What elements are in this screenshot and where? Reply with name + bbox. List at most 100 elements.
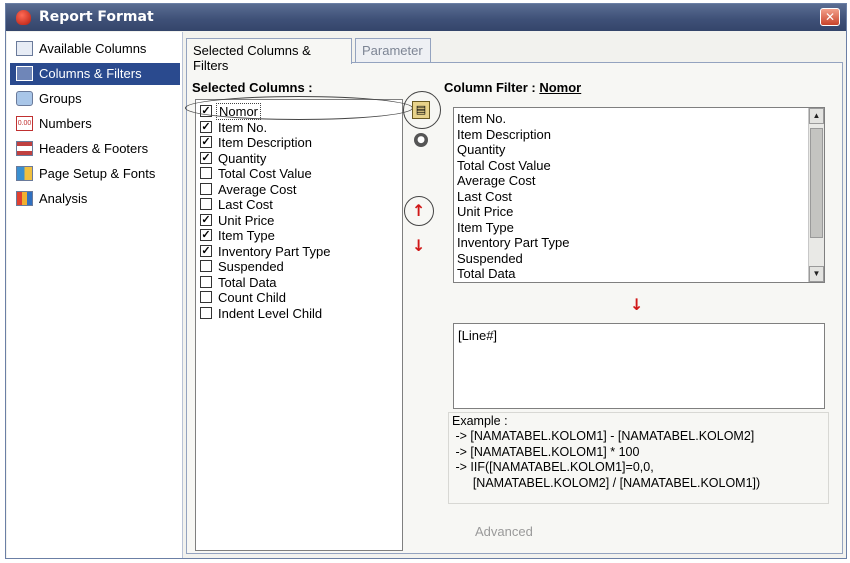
example-line: -> [NAMATABEL.KOLOM1] - [NAMATABEL.KOLOM… xyxy=(452,429,755,443)
column-filter-list[interactable]: Item No. Item Description Quantity Total… xyxy=(453,107,825,283)
page-setup-icon xyxy=(16,166,33,181)
list-item[interactable]: ✓ Inventory Part Type xyxy=(200,244,396,259)
sidebar-item-label: Page Setup & Fonts xyxy=(39,166,156,181)
filter-edit-icon[interactable]: ▤ xyxy=(412,101,430,119)
sidebar-item-label: Analysis xyxy=(39,191,88,206)
checkbox[interactable]: ✓ xyxy=(200,151,212,164)
groups-icon xyxy=(16,91,33,106)
list-item-label: Last Cost xyxy=(218,197,273,212)
sidebar-item-label: Columns & Filters xyxy=(39,66,142,81)
tab-selected-columns-filters[interactable]: Selected Columns & Filters xyxy=(186,38,352,73)
checkbox[interactable] xyxy=(200,260,212,272)
tab-parameter[interactable]: Parameter xyxy=(355,38,431,62)
sidebar-item-available-columns[interactable]: Available Columns xyxy=(10,38,180,60)
column-filter-header: Column Filter : Nomor xyxy=(444,80,581,95)
sidebar-item-label: Available Columns xyxy=(39,41,147,56)
close-button[interactable]: ✕ xyxy=(820,8,840,26)
list-item[interactable]: Total Cost Value xyxy=(457,158,551,173)
list-item-label: Item No. xyxy=(218,119,268,135)
list-item[interactable]: Quantity xyxy=(457,142,505,157)
sidebar-item-headers-footers[interactable]: Headers & Footers xyxy=(10,138,180,160)
list-item-label: Item Type xyxy=(218,228,275,243)
list-item-label: Average Cost xyxy=(218,181,297,197)
checkbox[interactable] xyxy=(200,275,212,288)
headers-icon xyxy=(16,141,33,156)
column-filter-scrollbar[interactable]: ▲ ▼ xyxy=(808,108,824,282)
page-icon xyxy=(16,41,33,56)
sidebar-item-page-setup-fonts[interactable]: Page Setup & Fonts xyxy=(10,163,180,185)
checkbox[interactable] xyxy=(200,198,212,210)
checkbox[interactable]: ✓ xyxy=(200,136,212,148)
list-item-label: Indent Level Child xyxy=(218,305,323,321)
sidebar: Available Columns Columns & Filters Grou… xyxy=(7,32,183,558)
list-item-label: Total Data xyxy=(218,274,277,290)
list-item[interactable]: Average Cost xyxy=(200,182,396,197)
list-item[interactable]: Count Child xyxy=(200,290,396,305)
example-line: -> [NAMATABEL.KOLOM1] * 100 xyxy=(452,444,640,459)
column-filter-column: Nomor xyxy=(539,80,582,95)
advanced-button[interactable]: Advanced xyxy=(475,524,533,539)
list-item-label: Unit Price xyxy=(218,212,275,228)
report-format-window: Report Format ✕ Available Columns Column… xyxy=(5,3,847,559)
app-icon xyxy=(16,10,31,25)
scroll-down-icon[interactable]: ▼ xyxy=(809,266,824,282)
example-line: -> IIF([NAMATABEL.KOLOM1]=0,0, xyxy=(452,460,654,474)
content-panel: Selected Columns & Filters Parameter Sel… xyxy=(185,38,843,554)
checkbox[interactable] xyxy=(200,182,212,195)
checkbox[interactable]: ✓ xyxy=(200,244,212,257)
scroll-thumb[interactable] xyxy=(810,128,823,238)
example-line: [NAMATABEL.KOLOM2] / [NAMATABEL.KOLOM1]) xyxy=(452,475,761,490)
columns-icon xyxy=(16,66,33,81)
list-item-label: Total Cost Value xyxy=(218,166,312,181)
sidebar-item-label: Headers & Footers xyxy=(39,141,149,156)
list-item[interactable]: Total Data xyxy=(200,275,396,290)
list-item[interactable]: ✓ Item Description xyxy=(200,135,396,150)
list-item[interactable]: Inventory Part Type xyxy=(457,235,570,250)
list-item[interactable]: Last Cost xyxy=(457,189,512,204)
list-item[interactable]: Item Description xyxy=(457,127,551,142)
sidebar-item-numbers[interactable]: 0.00 Numbers xyxy=(10,113,180,135)
list-item[interactable]: Total Data xyxy=(457,266,516,281)
move-up-arrow-icon[interactable]: ↑ xyxy=(412,203,425,219)
tab-body: Selected Columns : ✓ Nomor ✓ Item No. ✓ … xyxy=(185,62,843,554)
title-bar: Report Format ✕ xyxy=(6,4,846,31)
scroll-up-icon[interactable]: ▲ xyxy=(809,108,824,124)
analysis-icon xyxy=(16,191,33,206)
list-item[interactable]: Last Cost xyxy=(200,197,396,212)
sidebar-item-columns-filters[interactable]: Columns & Filters xyxy=(10,63,180,85)
sidebar-item-analysis[interactable]: Analysis xyxy=(10,188,180,210)
list-item[interactable]: Total Cost Value xyxy=(200,166,396,181)
sidebar-item-label: Groups xyxy=(39,91,82,106)
checkbox[interactable] xyxy=(200,306,212,319)
list-item[interactable]: Item No. xyxy=(457,111,506,126)
list-item[interactable]: ✓ Unit Price xyxy=(200,213,396,228)
list-item[interactable]: ✓ Item No. xyxy=(200,120,396,135)
selected-columns-list[interactable]: ✓ Nomor ✓ Item No. ✓ Item Description ✓ … xyxy=(195,99,403,551)
list-item[interactable]: Suspended xyxy=(200,259,396,274)
checkbox[interactable] xyxy=(200,291,212,303)
list-item[interactable]: ✓ Item Type xyxy=(200,228,396,243)
list-item[interactable]: Item Type xyxy=(457,220,514,235)
sidebar-item-label: Numbers xyxy=(39,116,92,131)
lock-icon[interactable]: ● xyxy=(414,133,428,147)
list-item[interactable]: Unit Price xyxy=(457,204,513,219)
move-down-arrow-icon[interactable]: ↓ xyxy=(412,238,425,254)
list-item[interactable]: Average Cost xyxy=(457,173,536,188)
column-filter-label: Column Filter : xyxy=(444,80,536,95)
example-title: Example : xyxy=(452,414,508,428)
list-item-label: Inventory Part Type xyxy=(218,243,331,259)
checkbox[interactable] xyxy=(200,167,212,179)
filter-expression-box[interactable]: [Line#] xyxy=(453,323,825,409)
list-item[interactable]: Indent Level Child xyxy=(200,306,396,321)
numbers-icon: 0.00 xyxy=(16,116,33,131)
sidebar-item-groups[interactable]: Groups xyxy=(10,88,180,110)
list-item-label: Quantity xyxy=(218,150,267,166)
filter-expression-text: [Line#] xyxy=(458,328,498,343)
checkbox[interactable]: ✓ xyxy=(200,213,212,226)
insert-arrow-icon[interactable]: ↓ xyxy=(630,297,643,313)
list-item-label: Count Child xyxy=(218,290,286,305)
list-item[interactable]: ✓ Quantity xyxy=(200,151,396,166)
list-item[interactable]: Suspended xyxy=(457,251,523,266)
checkbox[interactable]: ✓ xyxy=(200,229,212,241)
checkbox[interactable]: ✓ xyxy=(200,120,212,133)
